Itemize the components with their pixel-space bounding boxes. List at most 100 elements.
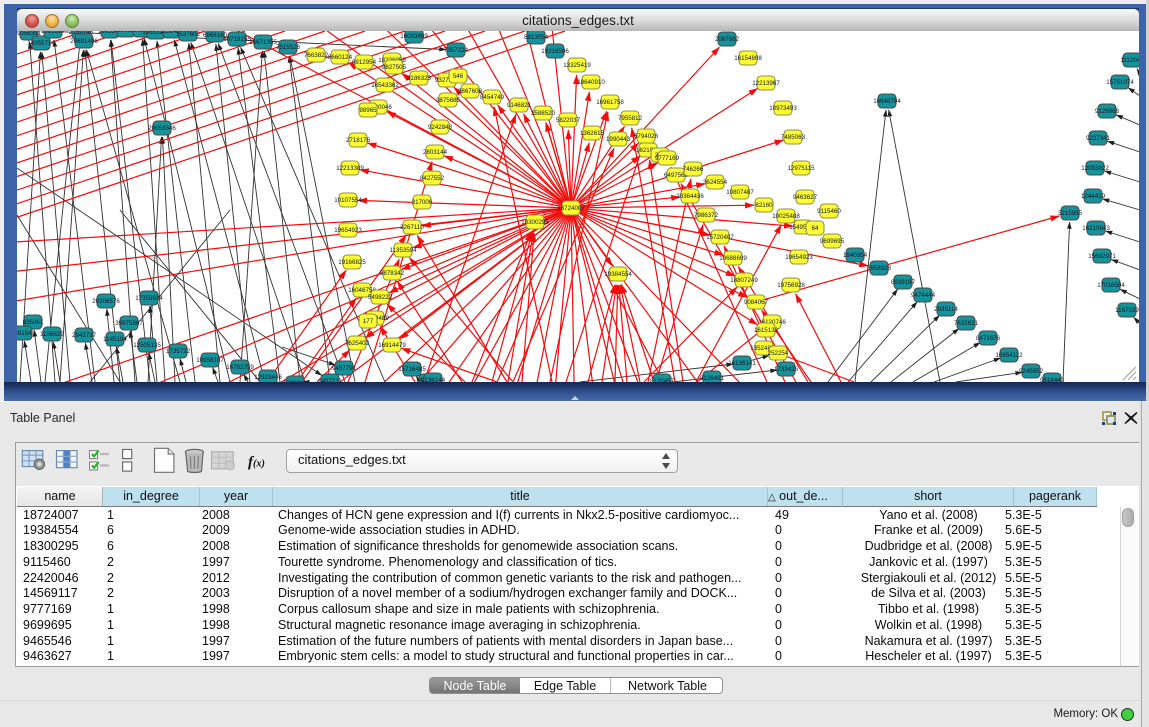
svg-text:9699695: 9699695 bbox=[820, 238, 845, 245]
svg-text:19218506: 19218506 bbox=[541, 48, 569, 55]
svg-text:19654923: 19654923 bbox=[785, 254, 813, 261]
svg-text:317006: 317006 bbox=[412, 199, 433, 206]
svg-text:f(x): f(x) bbox=[248, 455, 265, 471]
svg-text:7986372: 7986372 bbox=[694, 212, 719, 219]
svg-text:7663822: 7663822 bbox=[304, 52, 329, 59]
svg-text:8958928: 8958928 bbox=[867, 265, 892, 272]
svg-text:15720407: 15720407 bbox=[706, 234, 734, 241]
svg-text:1640954: 1640954 bbox=[843, 252, 868, 259]
svg-text:17016504: 17016504 bbox=[1097, 282, 1125, 289]
svg-text:9457211: 9457211 bbox=[318, 378, 342, 382]
svg-text:9136144: 9136144 bbox=[421, 377, 446, 382]
svg-text:12505135: 12505135 bbox=[133, 342, 161, 349]
svg-text:8427552: 8427552 bbox=[420, 175, 445, 182]
svg-text:9457791: 9457791 bbox=[332, 365, 357, 372]
svg-text:10719155: 10719155 bbox=[223, 36, 251, 43]
svg-text:13325419: 13325419 bbox=[563, 62, 591, 69]
svg-text:2087682: 2087682 bbox=[715, 36, 740, 43]
svg-text:14055714: 14055714 bbox=[27, 40, 55, 47]
svg-text:7625402: 7625402 bbox=[345, 340, 370, 347]
svg-text:16136141: 16136141 bbox=[728, 360, 756, 367]
svg-text:2718176: 2718176 bbox=[346, 137, 371, 144]
svg-text:177: 177 bbox=[363, 318, 374, 325]
svg-text:62160: 62160 bbox=[755, 202, 773, 209]
svg-text:19166825: 19166825 bbox=[338, 259, 366, 266]
svg-text:9245652: 9245652 bbox=[1019, 368, 1044, 375]
svg-text:8120457: 8120457 bbox=[650, 378, 675, 382]
svg-text:1167539: 1167539 bbox=[1115, 307, 1139, 314]
svg-text:8813054: 8813054 bbox=[524, 34, 549, 41]
svg-text:20206576: 20206576 bbox=[92, 298, 120, 305]
svg-text:19654923: 19654923 bbox=[334, 227, 362, 234]
svg-text:1735722: 1735722 bbox=[166, 348, 191, 355]
svg-text:1615132: 1615132 bbox=[754, 327, 779, 334]
svg-text:15692971: 15692971 bbox=[1088, 253, 1116, 260]
svg-text:20364436: 20364436 bbox=[676, 193, 704, 200]
svg-text:12213389: 12213389 bbox=[336, 165, 364, 172]
svg-text:1527602: 1527602 bbox=[176, 31, 201, 38]
svg-text:8878342: 8878342 bbox=[380, 270, 405, 277]
svg-text:10107554: 10107554 bbox=[334, 197, 362, 204]
svg-text:835061: 835061 bbox=[23, 319, 44, 326]
svg-text:16671355: 16671355 bbox=[249, 39, 277, 46]
svg-text:8912954: 8912954 bbox=[352, 59, 377, 66]
svg-text:1145194: 1145194 bbox=[103, 336, 127, 343]
svg-text:12213967: 12213967 bbox=[752, 80, 780, 87]
svg-text:10654112: 10654112 bbox=[995, 352, 1023, 359]
svg-text:9136491: 9136491 bbox=[700, 375, 725, 382]
svg-text:18807249: 18807249 bbox=[730, 277, 758, 284]
svg-text:3875685: 3875685 bbox=[436, 97, 461, 104]
svg-text:7485063: 7485063 bbox=[781, 134, 806, 141]
svg-text:18640910: 18640910 bbox=[577, 79, 605, 86]
svg-text:8660124: 8660124 bbox=[328, 54, 353, 61]
svg-text:3267110: 3267110 bbox=[400, 224, 424, 231]
svg-text:9242848: 9242848 bbox=[428, 124, 453, 131]
svg-text:9777169: 9777169 bbox=[655, 155, 680, 162]
svg-text:1292344: 1292344 bbox=[283, 380, 308, 382]
svg-text:252254: 252254 bbox=[768, 350, 789, 357]
svg-text:546: 546 bbox=[453, 73, 464, 80]
svg-text:10973493: 10973493 bbox=[769, 105, 797, 112]
svg-text:39154: 39154 bbox=[17, 330, 32, 337]
svg-text:2867608: 2867608 bbox=[458, 88, 483, 95]
svg-text:6794028: 6794028 bbox=[634, 133, 659, 140]
svg-text:17359924: 17359924 bbox=[135, 295, 163, 302]
svg-text:7632621: 7632621 bbox=[954, 320, 979, 327]
svg-text:1156829: 1156829 bbox=[40, 331, 64, 338]
svg-text:10688609: 10688609 bbox=[719, 255, 747, 262]
svg-text:1362615: 1362615 bbox=[580, 130, 605, 137]
svg-text:8454749: 8454749 bbox=[480, 94, 505, 101]
svg-text:19756928: 19756928 bbox=[777, 282, 805, 289]
svg-text:8186323: 8186323 bbox=[407, 75, 432, 82]
svg-text:1112045: 1112045 bbox=[1120, 57, 1139, 64]
svg-text:9084067: 9084067 bbox=[744, 299, 769, 306]
svg-text:16210643: 16210643 bbox=[1082, 225, 1110, 232]
svg-text:7515526: 7515526 bbox=[276, 44, 301, 51]
svg-text:12093822: 12093822 bbox=[1081, 165, 1109, 172]
svg-text:746266: 746266 bbox=[683, 166, 704, 173]
svg-text:2942737: 2942737 bbox=[72, 332, 97, 339]
svg-text:8471676: 8471676 bbox=[976, 335, 1001, 342]
svg-text:16154808: 16154808 bbox=[734, 55, 762, 62]
svg-text:12923446: 12923446 bbox=[254, 374, 282, 381]
svg-text:3215955: 3215955 bbox=[1058, 210, 1083, 217]
svg-text:19384554: 19384554 bbox=[604, 271, 632, 278]
svg-text:10025488: 10025488 bbox=[772, 213, 800, 220]
svg-text:16914479: 16914479 bbox=[378, 342, 406, 349]
svg-text:39975867: 39975867 bbox=[115, 320, 143, 327]
svg-text:7357224: 7357224 bbox=[444, 47, 469, 54]
svg-text:9818440: 9818440 bbox=[1040, 377, 1065, 382]
svg-text:16033809: 16033809 bbox=[400, 33, 428, 40]
svg-text:16782759: 16782759 bbox=[226, 364, 254, 371]
svg-text:2935114: 2935114 bbox=[934, 306, 958, 313]
svg-text:5822037: 5822037 bbox=[556, 117, 581, 124]
svg-text:10958107: 10958107 bbox=[196, 357, 224, 364]
svg-text:9474444: 9474444 bbox=[911, 292, 936, 299]
svg-text:64: 64 bbox=[812, 225, 819, 232]
svg-text:1085397: 1085397 bbox=[41, 31, 66, 35]
svg-text:20691406: 20691406 bbox=[70, 38, 98, 45]
svg-text:1588520: 1588520 bbox=[531, 110, 556, 117]
svg-text:16648794: 16648794 bbox=[873, 98, 901, 105]
svg-text:9827505: 9827505 bbox=[382, 64, 407, 71]
svg-text:15716485: 15716485 bbox=[398, 366, 426, 373]
